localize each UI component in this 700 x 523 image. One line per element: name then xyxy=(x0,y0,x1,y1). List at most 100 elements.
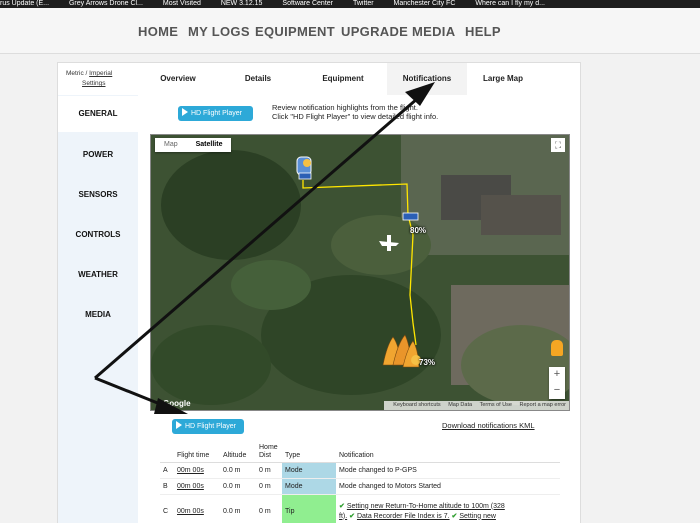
home-dist-cell: 0 m xyxy=(256,494,282,523)
bookmark-item[interactable]: Grey Arrows Drone Cl... xyxy=(69,0,143,8)
col-home-dist: Home Dist xyxy=(256,442,282,463)
hd-flight-player-label: HD Flight Player xyxy=(191,110,242,117)
type-badge: Mode xyxy=(282,462,336,479)
type-badge: Tip xyxy=(282,494,336,523)
battery-end-label: 73% xyxy=(419,358,436,367)
sidebar-item-weather[interactable]: WEATHER xyxy=(58,270,138,279)
notification-cell: Mode changed to P-GPS xyxy=(336,462,560,479)
tab-overview[interactable]: Overview xyxy=(148,63,208,95)
review-line-2: Click "HD Flight Player" to view detaile… xyxy=(272,112,439,121)
bookmark-item[interactable]: Software Center xyxy=(282,0,333,8)
map-type-map[interactable]: Map xyxy=(155,138,187,152)
altitude-cell: 0.0 m xyxy=(220,478,256,495)
home-dist-cell: 0 m xyxy=(256,462,282,479)
col-flight-time: Flight time xyxy=(174,442,220,463)
map-data-link[interactable]: Map Data xyxy=(448,402,472,408)
bookmark-item[interactable]: Manchester City FC xyxy=(394,0,456,8)
log-panel: Metric / Imperial Settings Overview Deta… xyxy=(57,62,581,523)
pegman-icon[interactable] xyxy=(551,340,563,356)
units-imperial[interactable]: Imperial xyxy=(89,70,112,77)
notifications-table: Flight time Altitude Home Dist Type Noti… xyxy=(160,442,560,523)
bookmark-item[interactable]: Twitter xyxy=(353,0,374,8)
play-icon xyxy=(176,421,182,429)
tab-details[interactable]: Details xyxy=(223,63,293,95)
map-type-satellite[interactable]: Satellite xyxy=(187,138,232,152)
terms-link[interactable]: Terms of Use xyxy=(480,402,512,408)
zoom-out-button[interactable]: − xyxy=(549,383,565,399)
sidebar-item-sensors[interactable]: SENSORS xyxy=(58,190,138,199)
play-icon xyxy=(182,108,188,116)
review-text: Review notification highlights from the … xyxy=(272,103,438,121)
keyboard-shortcuts-link[interactable]: Keyboard shortcuts xyxy=(393,402,440,408)
flight-time-link[interactable]: 00m 00s xyxy=(177,508,204,515)
notification-link[interactable]: ft). xyxy=(339,513,347,520)
bookmark-item[interactable]: rus Update (E... xyxy=(0,0,49,8)
hd-flight-player-button-2[interactable]: HD Flight Player xyxy=(172,419,244,434)
bookmarks-bar: rus Update (E... Grey Arrows Drone Cl...… xyxy=(0,0,700,8)
sidebar-item-general[interactable]: GENERAL xyxy=(58,96,138,132)
home-marker[interactable] xyxy=(296,156,312,176)
battery-mid-icon xyxy=(402,212,419,221)
map-type-control: Map Satellite xyxy=(155,138,232,152)
col-type: Type xyxy=(282,442,336,463)
altitude-cell: 0.0 m xyxy=(220,462,256,479)
top-nav: HOME MY LOGS EQUIPMENT UPGRADE MEDIA HEL… xyxy=(0,8,700,54)
col-id xyxy=(160,442,174,463)
tab-large-map[interactable]: Large Map xyxy=(468,63,538,95)
row-id: B xyxy=(160,478,174,495)
zoom-control: + − xyxy=(549,367,565,399)
notification-link[interactable]: Data Recorder File Index is 7. xyxy=(357,513,450,520)
zoom-in-button[interactable]: + xyxy=(549,367,565,383)
check-icon: ✔ xyxy=(349,512,355,520)
tab-equipment[interactable]: Equipment xyxy=(308,63,378,95)
units-metric[interactable]: Metric xyxy=(66,70,84,77)
check-icon: ✔ xyxy=(451,512,458,520)
sidebar: GENERAL POWER SENSORS CONTROLS WEATHER M… xyxy=(58,95,138,523)
altitude-cell: 0.0 m xyxy=(220,494,256,523)
units-settings-link[interactable]: Settings xyxy=(82,80,106,87)
units-toggle: Metric / Imperial Settings xyxy=(66,69,112,89)
review-line-1: Review notification highlights from the … xyxy=(272,103,418,112)
fullscreen-icon[interactable]: ⛶ xyxy=(551,138,565,152)
sidebar-item-power[interactable]: POWER xyxy=(58,150,138,159)
flight-map[interactable]: 80% 73% Map Satellite ⛶ + − Google Keyboa… xyxy=(150,134,570,411)
sidebar-item-controls[interactable]: CONTROLS xyxy=(58,230,138,239)
nav-media[interactable]: MEDIA xyxy=(412,24,455,39)
bookmark-item[interactable]: Most Visited xyxy=(163,0,201,8)
map-attribution: Keyboard shortcuts Map Data Terms of Use… xyxy=(384,401,569,410)
nav-equipment[interactable]: EQUIPMENT xyxy=(255,24,335,39)
notification-link[interactable]: Setting new Return-To-Home altitude to 1… xyxy=(347,503,505,510)
table-row[interactable]: B 00m 00s 0.0 m 0 m Mode Mode changed to… xyxy=(160,478,560,495)
sidebar-item-media[interactable]: MEDIA xyxy=(58,310,138,319)
type-badge: Mode xyxy=(282,478,336,495)
notification-link[interactable]: Setting new xyxy=(459,513,496,520)
row-id: C xyxy=(160,494,174,523)
battery-start-icon xyxy=(298,172,312,180)
satellite-imagery xyxy=(151,135,569,410)
home-dist-cell: 0 m xyxy=(256,478,282,495)
hd-flight-player-label: HD Flight Player xyxy=(185,423,236,430)
check-icon: ✔ xyxy=(339,502,345,510)
bookmark-item[interactable]: Where can I fly my d... xyxy=(475,0,545,8)
nav-help[interactable]: HELP xyxy=(465,24,501,39)
tab-notifications[interactable]: Notifications xyxy=(387,63,467,95)
google-logo: Google xyxy=(163,399,191,408)
flight-time-link[interactable]: 00m 00s xyxy=(177,483,204,490)
table-row[interactable]: C 00m 00s 0.0 m 0 m Tip ✔ Setting new Re… xyxy=(160,494,560,523)
nav-upgrade[interactable]: UPGRADE xyxy=(341,24,408,39)
battery-mid-label: 80% xyxy=(410,226,427,235)
nav-my-logs[interactable]: MY LOGS xyxy=(188,24,250,39)
hd-flight-player-button[interactable]: HD Flight Player xyxy=(178,106,253,121)
notification-cell: ✔ Setting new Return-To-Home altitude to… xyxy=(336,494,560,523)
download-kml-link[interactable]: Download notifications KML xyxy=(442,421,535,430)
flight-time-link[interactable]: 00m 00s xyxy=(177,467,204,474)
bookmark-item[interactable]: NEW 3.12.15 xyxy=(221,0,263,8)
col-notification: Notification xyxy=(336,442,560,463)
units-separator: / xyxy=(85,70,88,77)
table-row[interactable]: A 00m 00s 0.0 m 0 m Mode Mode changed to… xyxy=(160,462,560,479)
table-header-row: Flight time Altitude Home Dist Type Noti… xyxy=(160,442,560,463)
report-error-link[interactable]: Report a map error xyxy=(520,402,566,408)
col-altitude: Altitude xyxy=(220,442,256,463)
nav-home[interactable]: HOME xyxy=(138,24,178,39)
row-id: A xyxy=(160,462,174,479)
